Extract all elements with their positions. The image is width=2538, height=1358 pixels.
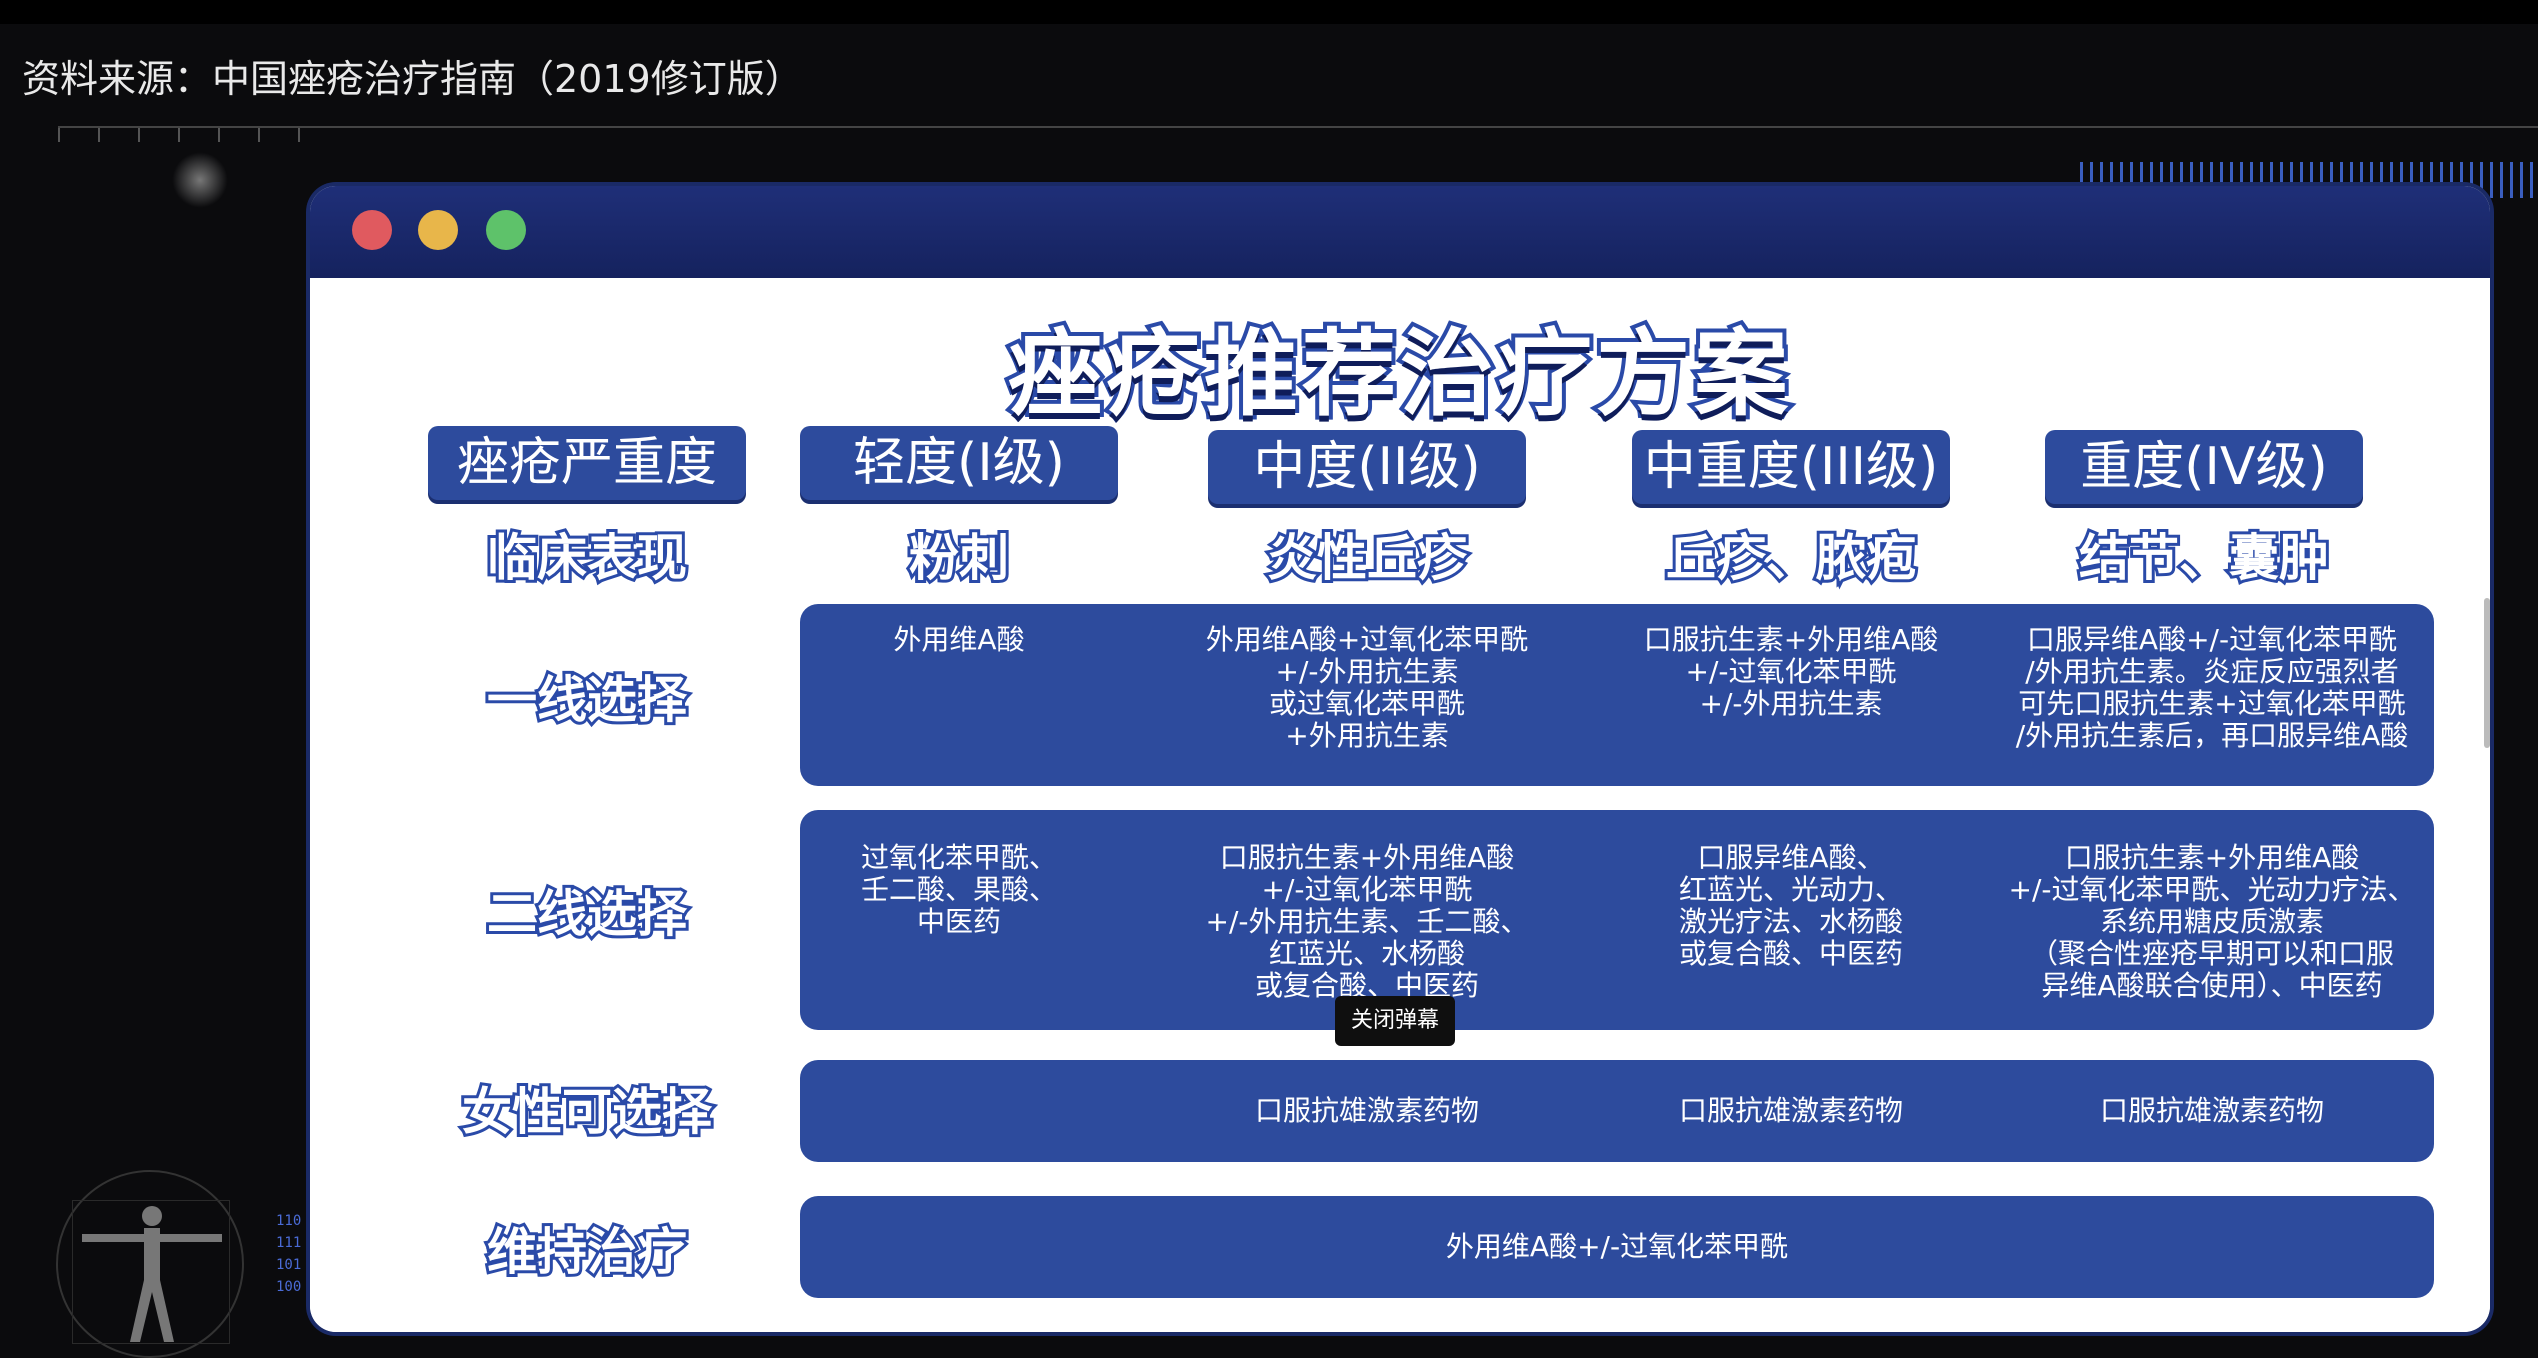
first-line-cell: 口服异维A酸+/-过氧化苯甲酰 /外用抗生素。炎症反应强烈者 可先口服抗生素+过…	[2000, 624, 2424, 752]
cell-line: 或过氧化苯甲酰	[1268, 687, 1465, 720]
cell-line: 或复合酸、中医药	[1678, 937, 1903, 970]
first-line-cell: 外用维A酸	[800, 624, 1118, 656]
source-label: 资料来源：中国痤疮治疗指南（2019修订版）	[22, 57, 803, 101]
clinical-value: 结节、囊肿	[2076, 526, 2332, 590]
cell-line: 壬二酸、果酸、	[860, 873, 1057, 906]
female-cell: 口服抗雄激素药物	[1254, 1094, 1479, 1127]
maximize-window-button[interactable]	[486, 210, 526, 250]
first-line-label: 一线选择	[484, 668, 690, 732]
clinical-value: 炎性丘疹	[1264, 526, 1470, 590]
close-window-button[interactable]	[352, 210, 392, 250]
cell-line: 系统用糖皮质激素	[2099, 905, 2324, 938]
cell-line: 异维A酸联合使用）、中医药	[2041, 969, 2383, 1002]
scrollbar-thumb[interactable]	[2484, 598, 2490, 748]
cell-line: 外用维A酸+过氧化苯甲酰	[1205, 623, 1529, 656]
cell-line: +/-过氧化苯甲酰	[1261, 873, 1473, 906]
female-cell: 口服抗雄激素药物	[2099, 1094, 2324, 1127]
cell-line: 口服异维A酸+/-过氧化苯甲酰	[2026, 623, 2398, 656]
maintenance-cell: 外用维A酸+/-过氧化苯甲酰	[1445, 1230, 1789, 1263]
second-line-label: 二线选择	[484, 882, 690, 946]
binary-row: 100	[276, 1279, 302, 1295]
window-titlebar	[310, 186, 2490, 278]
binary-row: 111	[276, 1235, 302, 1251]
window-content: 痤疮推荐治疗方案 痤疮严重度 轻度(I级) 中度(II级) 中重度(III级) …	[310, 278, 2490, 1332]
cell-line: 口服抗生素+外用维A酸	[1219, 841, 1515, 874]
second-line-cell: 口服异维A酸、 红蓝光、光动力、 激光疗法、水杨酸 或复合酸、中医药	[1592, 842, 1990, 970]
clinical-value: 丘疹、脓疱	[1663, 526, 1919, 590]
level-severe: 重度(IV级)	[2045, 430, 2363, 504]
first-line-cell: 外用维A酸+过氧化苯甲酰 +/-外用抗生素 或过氧化苯甲酰 +外用抗生素	[1168, 624, 1566, 752]
cell-line: +/-外用抗生素、壬二酸、	[1205, 905, 1529, 938]
minimize-window-button[interactable]	[418, 210, 458, 250]
background-divider	[58, 126, 2538, 128]
app-window: 痤疮推荐治疗方案 痤疮严重度 轻度(I级) 中度(II级) 中重度(III级) …	[310, 186, 2490, 1332]
level-moderate-severe: 中重度(III级)	[1632, 430, 1950, 504]
second-line-cell: 口服抗生素+外用维A酸 +/-过氧化苯甲酰 +/-外用抗生素、壬二酸、 红蓝光、…	[1168, 842, 1566, 1002]
severity-header: 痤疮严重度	[428, 426, 746, 500]
cell-line: +/-过氧化苯甲酰、光动力疗法、	[2008, 873, 2416, 906]
cell-line: /外用抗生素。炎症反应强烈者	[2025, 655, 2399, 688]
maintenance-label: 维持治疗	[484, 1220, 690, 1284]
cell-line: 口服抗生素+外用维A酸	[2064, 841, 2360, 874]
cell-line: +/-外用抗生素	[1275, 655, 1459, 688]
background-ticks	[58, 128, 318, 142]
cell-line: +外用抗生素	[1285, 719, 1449, 752]
cell-line: /外用抗生素后，再口服异维A酸	[2015, 719, 2409, 752]
female-label: 女性可选择	[459, 1080, 715, 1144]
cell-line: 过氧化苯甲酰、	[860, 841, 1057, 874]
cell-line: 口服抗生素+外用维A酸	[1643, 623, 1939, 656]
second-line-cell: 口服抗生素+外用维A酸 +/-过氧化苯甲酰、光动力疗法、 系统用糖皮质激素 （聚…	[2000, 842, 2424, 1002]
cell-line: 红蓝光、水杨酸	[1268, 937, 1465, 970]
cell-line: 外用维A酸	[893, 623, 1025, 656]
background-glow	[170, 150, 230, 210]
cell-line: 激光疗法、水杨酸	[1678, 905, 1903, 938]
clinical-value: 粉刺	[906, 526, 1012, 590]
close-danmaku-tooltip[interactable]: 关闭弹幕	[1335, 996, 1455, 1046]
cell-line: 红蓝光、光动力、	[1678, 873, 1903, 906]
level-moderate: 中度(II级)	[1208, 430, 1526, 504]
binary-row: 101	[276, 1257, 302, 1273]
cell-line: 可先口服抗生素+过氧化苯甲酰	[2018, 687, 2406, 720]
clinical-label: 临床表现	[484, 526, 690, 590]
cell-line: +/-外用抗生素	[1699, 687, 1883, 720]
chart-title: 痤疮推荐治疗方案	[1004, 316, 1792, 433]
cell-line: 口服异维A酸、	[1697, 841, 1885, 874]
level-mild: 轻度(I级)	[800, 426, 1118, 500]
vitruvian-figure-icon	[82, 1206, 222, 1342]
cell-line: 中医药	[916, 905, 1001, 938]
top-bar	[0, 0, 2538, 24]
binary-row: 110	[276, 1213, 302, 1229]
cell-line: +/-过氧化苯甲酰	[1685, 655, 1897, 688]
first-line-cell: 口服抗生素+外用维A酸 +/-过氧化苯甲酰 +/-外用抗生素	[1592, 624, 1990, 720]
cell-line: （聚合性痤疮早期可以和口服	[2029, 937, 2394, 970]
second-line-cell: 过氧化苯甲酰、 壬二酸、果酸、 中医药	[788, 842, 1130, 938]
female-cell: 口服抗雄激素药物	[1678, 1094, 1903, 1127]
background-binary: 110 111 101 100	[276, 1210, 301, 1298]
